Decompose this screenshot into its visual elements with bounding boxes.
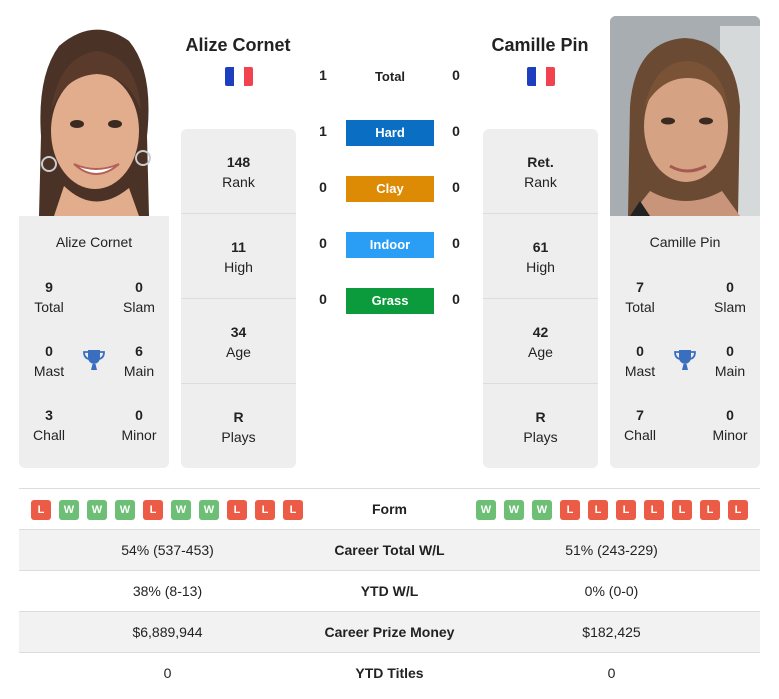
player2-portrait-icon <box>610 16 760 216</box>
titles-total: 9 Total <box>34 279 64 315</box>
form-loss-badge[interactable]: L <box>672 500 692 520</box>
form-loss-badge[interactable]: L <box>255 500 275 520</box>
form-loss-badge[interactable]: L <box>728 500 748 520</box>
player1-value: 38% (8-13) <box>132 583 203 599</box>
player1-stats-card: 148 Rank 11 High 34 Age R Plays <box>181 129 296 468</box>
player1-portrait-icon <box>19 16 169 216</box>
h2h-grass-p1: 0 <box>319 291 327 307</box>
form-row: LWWWLWWLLL Form WWWLLLLLLL <box>19 488 760 529</box>
player1-form: LWWWLWWLLL <box>31 500 303 520</box>
h2h-indoor-p1: 0 <box>319 235 327 251</box>
form-win-badge[interactable]: W <box>171 500 191 520</box>
titles-chall: 3 Chall <box>33 407 65 443</box>
form-win-badge[interactable]: W <box>476 500 496 520</box>
trophy-icon <box>674 350 696 370</box>
player2-value: $182,425 <box>582 624 641 640</box>
form-win-badge[interactable]: W <box>199 500 219 520</box>
france-flag-icon <box>527 67 555 86</box>
form-loss-badge[interactable]: L <box>31 500 51 520</box>
form-loss-badge[interactable]: L <box>143 500 163 520</box>
surface-clay-button[interactable]: Clay <box>346 176 434 202</box>
form-loss-badge[interactable]: L <box>560 500 580 520</box>
surface-indoor-button[interactable]: Indoor <box>346 232 434 258</box>
form-win-badge[interactable]: W <box>59 500 79 520</box>
stat-age: 42 Age <box>483 299 598 384</box>
player1-photo <box>19 16 169 216</box>
form-loss-badge[interactable]: L <box>283 500 303 520</box>
table-row: $6,889,944 Career Prize Money $182,425 <box>19 611 760 652</box>
stat-plays: R Plays <box>221 409 256 445</box>
row-label: YTD Titles <box>355 665 424 681</box>
titles-slam: 0 Slam <box>123 279 155 315</box>
player2-photo <box>610 16 760 216</box>
stat-rank: 148 Rank <box>181 129 296 214</box>
surface-hard-button[interactable]: Hard <box>346 120 434 146</box>
player2-card-name: Camille Pin <box>649 234 721 250</box>
player1-value: 54% (537-453) <box>121 542 214 558</box>
row-label: Career Prize Money <box>324 624 455 640</box>
stat-high: 11 High <box>181 214 296 299</box>
table-row: 0 YTD Titles 0 <box>19 652 760 693</box>
form-loss-badge[interactable]: L <box>644 500 664 520</box>
h2h-total-p1: 1 <box>319 67 327 83</box>
player1-name[interactable]: Alize Cornet <box>163 35 313 56</box>
player2-name[interactable]: Camille Pin <box>465 35 615 56</box>
h2h-hard-p2: 0 <box>452 123 460 139</box>
player2-value: 0 <box>607 665 616 681</box>
table-row: 54% (537-453) Career Total W/L 51% (243-… <box>19 529 760 570</box>
trophy-icon <box>83 350 105 370</box>
table-row: 38% (8-13) YTD W/L 0% (0-0) <box>19 570 760 611</box>
form-win-badge[interactable]: W <box>87 500 107 520</box>
player2-titles-card: Camille Pin 7 Total 0 Slam 0 Mast 0 Main 7 Ch… <box>610 216 760 468</box>
player2-value: 0% (0-0) <box>584 583 639 599</box>
titles-main: 0 Main <box>714 343 746 379</box>
player1-value: 0 <box>163 665 172 681</box>
form-loss-badge[interactable]: L <box>616 500 636 520</box>
form-loss-badge[interactable]: L <box>588 500 608 520</box>
h2h-clay-p1: 0 <box>319 179 327 195</box>
player1-value: $6,889,944 <box>132 624 203 640</box>
form-label: Form <box>372 501 407 517</box>
titles-slam: 0 Slam <box>714 279 746 315</box>
form-win-badge[interactable]: W <box>532 500 552 520</box>
comparison-table: LWWWLWWLLL Form WWWLLLLLLL 54% (537-453)… <box>19 488 760 693</box>
h2h-total-p2: 0 <box>452 67 460 83</box>
h2h-grass-p2: 0 <box>452 291 460 307</box>
surface-grass-button[interactable]: Grass <box>346 288 434 314</box>
h2h-total-label: Total <box>374 69 406 84</box>
form-loss-badge[interactable]: L <box>227 500 247 520</box>
form-win-badge[interactable]: W <box>115 500 135 520</box>
titles-main: 6 Main <box>123 343 155 379</box>
form-loss-badge[interactable]: L <box>700 500 720 520</box>
h2h-hard-p1: 1 <box>319 123 327 139</box>
france-flag-icon <box>225 67 253 86</box>
titles-mast: 0 Mast <box>33 343 65 379</box>
player2-value: 51% (243-229) <box>565 542 658 558</box>
h2h-indoor-p2: 0 <box>452 235 460 251</box>
stat-age: 34 Age <box>181 299 296 384</box>
h2h-clay-p2: 0 <box>452 179 460 195</box>
stat-rank: Ret. Rank <box>483 129 598 214</box>
player1-titles-card: Alize Cornet 9 Total 0 Slam 0 Mast 6 Main 3C… <box>19 216 169 468</box>
row-label: Career Total W/L <box>334 542 445 558</box>
stat-high: 61 High <box>483 214 598 299</box>
titles-mast: 0 Mast <box>624 343 656 379</box>
player1-card-name: Alize Cornet <box>55 234 133 250</box>
titles-minor: 0 Minor <box>121 407 157 443</box>
stat-plays: R Plays <box>523 409 558 445</box>
form-win-badge[interactable]: W <box>504 500 524 520</box>
row-label: YTD W/L <box>360 583 419 599</box>
titles-chall: 7 Chall <box>624 407 656 443</box>
player2-form: WWWLLLLLLL <box>476 500 748 520</box>
player2-stats-card: Ret. Rank 61 High 42 Age R Plays <box>483 129 598 468</box>
titles-total: 7 Total <box>625 279 655 315</box>
titles-minor: 0 Minor <box>712 407 748 443</box>
